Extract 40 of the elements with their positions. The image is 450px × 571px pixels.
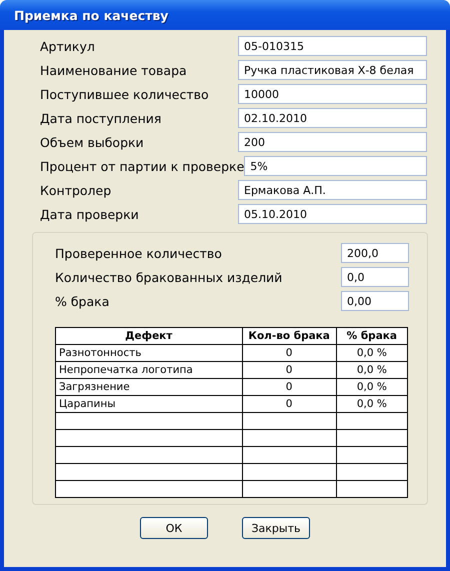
field-label: Процент от партии к проверке <box>40 158 244 174</box>
input-field[interactable]: 200,0 <box>341 243 409 263</box>
field-label: % брака <box>55 294 110 308</box>
input-field[interactable]: 05.10.2010 <box>238 204 427 224</box>
ok-button[interactable]: ОК <box>140 517 208 539</box>
input-field[interactable]: Ермакова А.П. <box>238 180 427 200</box>
table-cell: Разнотонность <box>56 344 242 362</box>
column-header: Дефект <box>56 328 242 344</box>
input-field[interactable]: 5% <box>244 156 427 176</box>
input-field[interactable]: Ручка пластиковая Х-8 белая <box>238 60 427 80</box>
field-label: Наименование товара <box>40 62 188 78</box>
table-cell: 0,0 % <box>336 396 408 412</box>
table-cell: 0 <box>242 344 336 362</box>
table-cell: 0,0 % <box>336 378 408 396</box>
table-cell: 0 <box>242 396 336 412</box>
field-label: Объем выборки <box>40 134 145 150</box>
input-field[interactable]: 02.10.2010 <box>238 108 427 128</box>
field-label: Дата проверки <box>40 206 140 222</box>
input-field[interactable]: 10000 <box>238 84 427 104</box>
field-label: Количество бракованных изделий <box>55 270 284 284</box>
table-cell: 0,0 % <box>336 362 408 378</box>
table-cell: Царапины <box>56 396 242 412</box>
table-cell: 0 <box>242 378 336 396</box>
input-field[interactable]: 0,00 <box>341 291 409 311</box>
input-field[interactable]: 05-010315 <box>238 36 427 56</box>
field-label: Поступившее количество <box>40 86 210 102</box>
field-label: Контролер <box>40 182 112 198</box>
table-cell: Загрязнение <box>56 378 242 396</box>
input-field[interactable]: 0,0 <box>341 267 409 287</box>
table-cell: 0,0 % <box>336 344 408 362</box>
field-label: Проверенное количество <box>55 246 223 260</box>
field-label: Артикул <box>40 38 96 54</box>
column-header: % брака <box>336 328 408 344</box>
table-cell: Непропечатка логотипа <box>56 362 242 378</box>
field-label: Дата поступления <box>40 110 162 126</box>
table-cell: 0 <box>242 362 336 378</box>
input-field[interactable]: 200 <box>238 132 427 152</box>
close-button[interactable]: Закрыть <box>242 517 310 539</box>
window-title: Приемка по качеству <box>14 8 168 22</box>
column-header: Кол-во брака <box>242 328 336 344</box>
